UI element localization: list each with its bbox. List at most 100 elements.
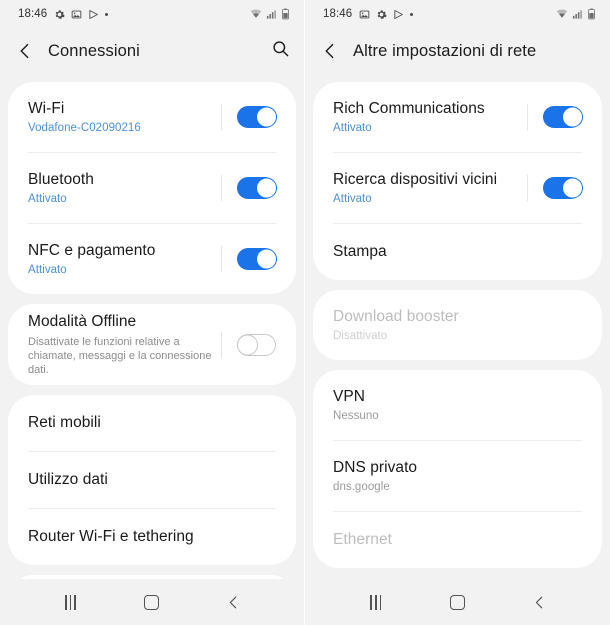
setting-row-rich-communications[interactable]: Rich Communications Attivato bbox=[313, 82, 602, 152]
nearby-device-scanning-toggle[interactable] bbox=[543, 177, 583, 199]
row-texts: Download booster Disattivato bbox=[333, 299, 582, 352]
row-title: Wi-Fi bbox=[28, 99, 65, 117]
toggle-divider bbox=[221, 246, 222, 272]
row-texts: Ethernet bbox=[333, 522, 582, 558]
toggle-knob bbox=[256, 177, 277, 199]
setting-row-modalita-offline[interactable]: Modalità Offline Disattivate le funzioni… bbox=[8, 304, 296, 385]
screen-altre-impostazioni-di-rete: 18:46 Altre impostazioni di rete Rich Co… bbox=[305, 0, 610, 625]
row-subtitle: Nessuno bbox=[333, 409, 379, 422]
recents-button[interactable] bbox=[348, 582, 404, 622]
row-texts: VPN Nessuno bbox=[333, 379, 582, 432]
signal-icon bbox=[572, 9, 582, 19]
wifi-toggle[interactable] bbox=[237, 106, 277, 128]
setting-row-vpn[interactable]: VPN Nessuno bbox=[313, 370, 602, 440]
setting-row-wifi[interactable]: Wi-Fi Vodafone-C02090216 bbox=[8, 82, 296, 152]
toggle-container[interactable] bbox=[221, 331, 276, 358]
status-bar-right: 18:46 bbox=[305, 0, 610, 28]
status-right-icons bbox=[250, 8, 290, 20]
toggle-divider bbox=[221, 175, 222, 201]
row-texts: Modalità Offline Disattivate le funzioni… bbox=[28, 304, 221, 385]
bluetooth-toggle[interactable] bbox=[237, 177, 277, 199]
status-time: 18:46 bbox=[323, 8, 353, 20]
toggle-knob bbox=[562, 106, 583, 128]
settings-group: Download booster Disattivato bbox=[313, 290, 602, 360]
app-bar-left: Connessioni bbox=[0, 28, 304, 74]
row-description: Disattivate le funzioni relative a chiam… bbox=[28, 336, 212, 376]
row-subtitle: Attivato bbox=[333, 121, 372, 134]
toggle-divider bbox=[527, 104, 528, 130]
recents-button[interactable] bbox=[43, 582, 99, 622]
app-bar-right: Altre impostazioni di rete bbox=[305, 28, 610, 74]
setting-row-bluetooth[interactable]: Bluetooth Attivato bbox=[8, 153, 296, 223]
back-arrow-icon bbox=[325, 43, 334, 59]
status-time: 18:46 bbox=[18, 8, 48, 20]
setting-row-dns-privato[interactable]: DNS privato dns.google bbox=[313, 441, 602, 511]
back-chevron-icon bbox=[535, 596, 542, 608]
row-texts: Bluetooth Attivato bbox=[28, 162, 221, 215]
row-subtitle: Attivato bbox=[28, 192, 67, 205]
toggle-knob bbox=[256, 248, 277, 270]
signal-icon bbox=[266, 9, 276, 19]
search-button[interactable] bbox=[271, 39, 290, 63]
settings-list-left[interactable]: Wi-Fi Vodafone-C02090216 Bluetooth Attiv… bbox=[0, 74, 304, 579]
page-title: Altre impostazioni di rete bbox=[353, 41, 537, 60]
row-subtitle: Vodafone-C02090216 bbox=[28, 121, 141, 134]
gear-icon bbox=[55, 9, 65, 19]
status-bar-left: 18:46 bbox=[0, 0, 304, 28]
setting-row-nfc[interactable]: NFC e pagamento Attivato bbox=[8, 224, 296, 294]
setting-row-stampa[interactable]: Stampa bbox=[313, 224, 602, 280]
back-button[interactable] bbox=[321, 42, 339, 60]
setting-row-router-tethering[interactable]: Router Wi-Fi e tethering bbox=[8, 509, 296, 565]
setting-row-ethernet: Ethernet bbox=[313, 512, 602, 568]
image-icon bbox=[359, 10, 370, 18]
setting-row-reti-mobili[interactable]: Reti mobili bbox=[8, 395, 296, 451]
back-nav-button[interactable] bbox=[511, 582, 567, 622]
toggle-knob bbox=[562, 177, 583, 199]
toggle-divider bbox=[221, 104, 222, 130]
toggle-container[interactable] bbox=[221, 246, 277, 272]
toggle-divider bbox=[527, 175, 528, 201]
row-title: Download booster bbox=[333, 307, 459, 325]
row-texts: Router Wi-Fi e tethering bbox=[28, 519, 276, 555]
toggle-container[interactable] bbox=[527, 175, 583, 201]
setting-row-utilizzo-dati[interactable]: Utilizzo dati bbox=[8, 452, 296, 508]
settings-list-right[interactable]: Rich Communications Attivato Ricerca dis… bbox=[305, 74, 610, 579]
battery-icon bbox=[588, 8, 595, 20]
battery-icon bbox=[282, 8, 289, 20]
home-icon bbox=[144, 594, 160, 610]
toggle-knob bbox=[237, 334, 258, 355]
play-icon bbox=[394, 9, 404, 19]
back-arrow-icon bbox=[20, 43, 29, 59]
back-nav-button[interactable] bbox=[205, 582, 261, 622]
setting-row-altre-impostazioni[interactable]: Altre impostazioni di rete bbox=[8, 575, 296, 579]
status-left-icons bbox=[359, 9, 414, 20]
play-icon bbox=[89, 9, 99, 19]
row-texts: NFC e pagamento Attivato bbox=[28, 233, 221, 286]
row-texts: Stampa bbox=[333, 234, 582, 270]
toggle-container[interactable] bbox=[527, 104, 583, 130]
home-icon bbox=[449, 594, 465, 610]
row-subtitle: Disattivato bbox=[333, 329, 388, 342]
row-title: Ethernet bbox=[333, 531, 392, 548]
row-title: Bluetooth bbox=[28, 170, 94, 188]
dual-screenshot-container: 18:46 Connessioni Wi-Fi Vodafone-C020902… bbox=[0, 0, 610, 625]
image-icon bbox=[71, 10, 82, 18]
row-texts: Utilizzo dati bbox=[28, 462, 276, 498]
home-button[interactable] bbox=[429, 582, 485, 622]
row-title: Stampa bbox=[333, 243, 387, 260]
recents-icon bbox=[65, 594, 77, 610]
row-title: Rich Communications bbox=[333, 99, 485, 117]
nfc-toggle[interactable] bbox=[237, 248, 277, 270]
airplane-mode-toggle[interactable] bbox=[237, 333, 276, 356]
settings-group: Altre impostazioni di rete bbox=[8, 575, 296, 579]
setting-row-ricerca-dispositivi-vicini[interactable]: Ricerca dispositivi vicini Attivato bbox=[313, 153, 602, 223]
rich-communications-toggle[interactable] bbox=[543, 106, 583, 128]
dot-icon bbox=[105, 12, 109, 16]
back-button[interactable] bbox=[16, 42, 34, 60]
toggle-divider bbox=[221, 331, 222, 358]
toggle-container[interactable] bbox=[221, 175, 277, 201]
row-subtitle: Attivato bbox=[333, 192, 372, 205]
home-button[interactable] bbox=[124, 582, 180, 622]
toggle-container[interactable] bbox=[221, 104, 277, 130]
status-left-icons bbox=[54, 9, 109, 20]
